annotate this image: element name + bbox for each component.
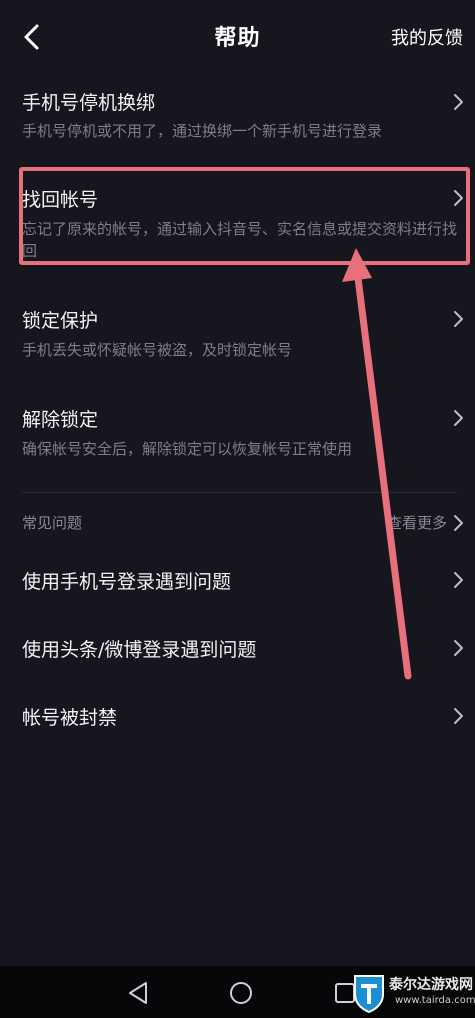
site-watermark: 泰尔达游戏网 www.tairda.com [349, 970, 475, 1016]
nav-back-icon[interactable] [124, 978, 154, 1008]
annotation-arrow [342, 248, 412, 680]
watermark-name: 泰尔达游戏网 [389, 977, 473, 993]
nav-home-icon[interactable] [226, 978, 256, 1008]
watermark-url: www.tairda.com [395, 995, 475, 1006]
watermark-logo-icon [354, 975, 384, 1014]
